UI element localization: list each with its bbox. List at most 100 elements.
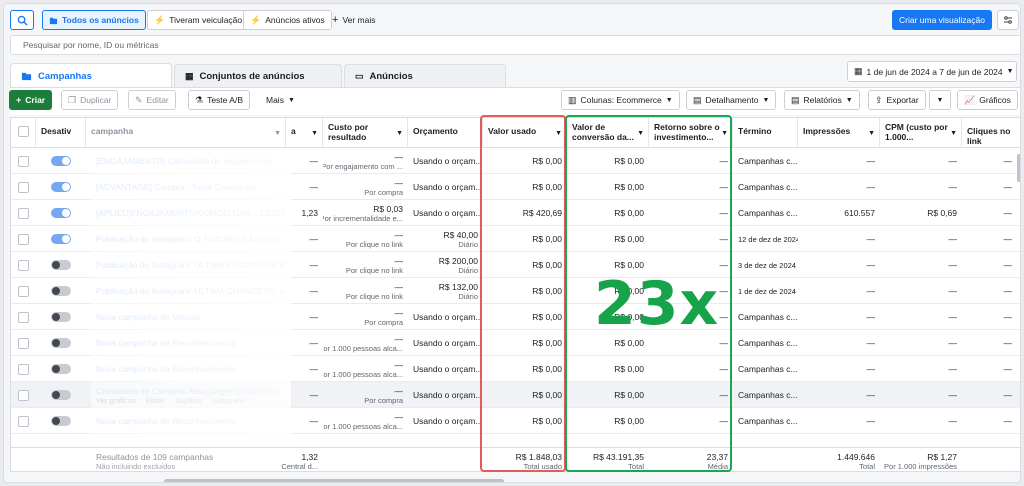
row-checkbox-cell[interactable] [11, 226, 36, 252]
duplicate-button[interactable]: ❐ Duplicar [61, 90, 119, 110]
delivery-toggle[interactable] [51, 364, 71, 374]
select-all-checkbox[interactable] [17, 126, 29, 137]
campaign-name-cell[interactable]: [APLIED]ENGAJAMENTO/CONCEITUAL | ESSENCI… [91, 200, 286, 226]
row-checkbox[interactable] [18, 207, 29, 219]
row-checkbox-cell[interactable] [11, 174, 36, 200]
row-toggle-cell[interactable] [36, 278, 86, 304]
reports-button[interactable]: ▤ Relatórios ▼ [784, 90, 860, 110]
delivery-toggle[interactable] [51, 286, 71, 296]
export-menu-button[interactable]: ▼ [929, 90, 951, 110]
create-view-button[interactable]: Criar uma visualização [892, 10, 992, 30]
campaign-name-cell[interactable]: Publicação do Instagram: O FUTURO É AGOR… [91, 226, 286, 252]
delivery-toggle[interactable] [51, 234, 71, 244]
charts-button[interactable]: 📈 Gráficos [957, 90, 1018, 110]
header-budget[interactable]: Orçamento [408, 118, 483, 148]
delivery-toggle[interactable] [51, 390, 71, 400]
campaign-name[interactable]: Nova campanha de Reconhecimento [96, 416, 281, 426]
campaign-name[interactable]: Publicação do Instagram: O FUTURO É AGOR… [96, 234, 286, 244]
row-toggle-cell[interactable] [36, 200, 86, 226]
row-toggle-cell[interactable] [36, 408, 86, 434]
row-action-link[interactable]: Duplicar [175, 396, 203, 405]
row-toggle-cell[interactable] [36, 382, 86, 408]
row-checkbox-cell[interactable] [11, 356, 36, 382]
row-checkbox[interactable] [18, 363, 29, 375]
row-checkbox[interactable] [18, 233, 29, 245]
row-toggle-cell[interactable] [36, 148, 86, 174]
date-range-picker[interactable]: ▦ 1 de jun de 2024 a 7 de jun de 2024 ▼ [847, 61, 1017, 82]
tab-campaigns[interactable]: Campanhas [10, 63, 172, 88]
filter-all-ads-button[interactable]: Todos os anúncios [42, 10, 146, 30]
search-toggle-button[interactable] [10, 10, 34, 30]
delivery-toggle[interactable] [51, 260, 71, 270]
row-checkbox[interactable] [18, 285, 29, 297]
header-results[interactable]: a ▼ [286, 118, 323, 148]
horizontal-scrollbar[interactable] [164, 479, 504, 482]
campaign-name-cell[interactable]: [ENGAJAMENTO] Campanha de engajamento [91, 148, 286, 174]
campaign-name-cell[interactable]: Nova campanha de Reconhecimento [91, 356, 286, 382]
row-checkbox[interactable] [18, 155, 29, 167]
row-checkbox-cell[interactable] [11, 148, 36, 174]
row-action-link[interactable]: Editar [146, 396, 166, 405]
row-checkbox-cell[interactable] [11, 252, 36, 278]
campaign-name-cell[interactable]: [ADVANTAGE] Compra - Teste Campanha [91, 174, 286, 200]
row-checkbox-cell[interactable] [11, 278, 36, 304]
campaign-name[interactable]: Nova campanha de Reconhecimento [96, 364, 281, 374]
header-cpm[interactable]: CPM (custo por 1.000... ▼ [880, 118, 962, 148]
row-checkbox[interactable] [18, 311, 29, 323]
see-more-button[interactable]: + Ver mais [326, 10, 382, 30]
breakdown-button[interactable]: ▤ Detalhamento ▼ [686, 90, 777, 110]
header-cost-per-result[interactable]: Custo por resultado ▼ [323, 118, 408, 148]
view-settings-button[interactable] [997, 10, 1019, 30]
campaign-name[interactable]: Nova campanha de Vendas [96, 312, 281, 322]
row-toggle-cell[interactable] [36, 252, 86, 278]
tab-ads[interactable]: ▭ Anúncios [344, 64, 506, 87]
row-action-link[interactable]: Ver gráficos [96, 396, 136, 405]
delivery-toggle[interactable] [51, 208, 71, 218]
more-icon[interactable]: ⋯ [256, 396, 264, 405]
header-deactivate[interactable]: Desativ [36, 118, 86, 148]
header-select-all[interactable] [11, 118, 36, 148]
row-toggle-cell[interactable] [36, 356, 86, 382]
header-campaign[interactable]: campanha ▼ [86, 118, 286, 148]
header-link-clicks[interactable]: Cliques no link [962, 118, 1020, 148]
delivery-toggle[interactable] [51, 416, 71, 426]
row-checkbox-cell[interactable] [11, 408, 36, 434]
row-checkbox[interactable] [18, 389, 29, 401]
more-button[interactable]: Mais ▼ [260, 90, 301, 110]
row-checkbox-cell[interactable] [11, 382, 36, 408]
row-toggle-cell[interactable] [36, 330, 86, 356]
campaign-name[interactable]: [ENGAJAMENTO] Campanha de engajamento [96, 156, 281, 166]
campaign-name-cell[interactable]: Nova campanha de Reconhecimento [91, 330, 286, 356]
row-checkbox-cell[interactable] [11, 330, 36, 356]
campaign-name-cell[interactable]: Nova campanha de Reconhecimento [91, 408, 286, 434]
row-checkbox[interactable] [18, 259, 29, 271]
filter-had-delivery-button[interactable]: ⚡ Tiveram veiculação [147, 10, 250, 30]
row-toggle-cell[interactable] [36, 226, 86, 252]
delivery-toggle[interactable] [51, 338, 71, 348]
delivery-toggle[interactable] [51, 312, 71, 322]
delivery-toggle[interactable] [51, 182, 71, 192]
campaign-name-cell[interactable]: Nova campanha de Vendas [91, 304, 286, 330]
create-button[interactable]: + Criar [9, 90, 53, 110]
campaign-name[interactable]: Publicação do Instagram: ÚLTIMAS HORAS D… [96, 260, 286, 270]
campaign-name-cell[interactable]: Publicação do Instagram: ÚLTIMAS HORAS D… [91, 252, 286, 278]
delivery-toggle[interactable] [51, 156, 71, 166]
filter-active-ads-button[interactable]: ⚡ Anúncios ativos [243, 10, 332, 30]
columns-button[interactable]: ▥ Colunas: Ecommerce ▼ [561, 90, 680, 110]
row-checkbox[interactable] [18, 337, 29, 349]
header-end[interactable]: Término [733, 118, 798, 148]
edit-button[interactable]: ✎ Editar [128, 90, 176, 110]
row-action-link[interactable]: Comparar [213, 396, 246, 405]
campaign-name[interactable]: [ADVANTAGE] Compra - Teste Campanha [96, 182, 281, 192]
row-toggle-cell[interactable] [36, 304, 86, 330]
row-checkbox[interactable] [18, 181, 29, 193]
campaign-name-cell[interactable]: Publicação do Instagram: ÚLTIMA CHANCE D… [91, 278, 286, 304]
ab-test-button[interactable]: ⚗ Teste A/B [188, 90, 250, 110]
row-checkbox-cell[interactable] [11, 304, 36, 330]
campaign-name[interactable]: Publicação do Instagram: ÚLTIMA CHANCE D… [96, 286, 286, 296]
campaign-name-cell[interactable]: Campanha de Compras Advantage+ 16/11/202… [91, 382, 286, 408]
campaign-name[interactable]: [APLIED]ENGAJAMENTO/CONCEITUAL | ESSENCI… [96, 208, 286, 218]
row-toggle-cell[interactable] [36, 174, 86, 200]
header-impressions[interactable]: Impressões ▼ [798, 118, 880, 148]
campaign-name[interactable]: Nova campanha de Reconhecimento [96, 338, 281, 348]
